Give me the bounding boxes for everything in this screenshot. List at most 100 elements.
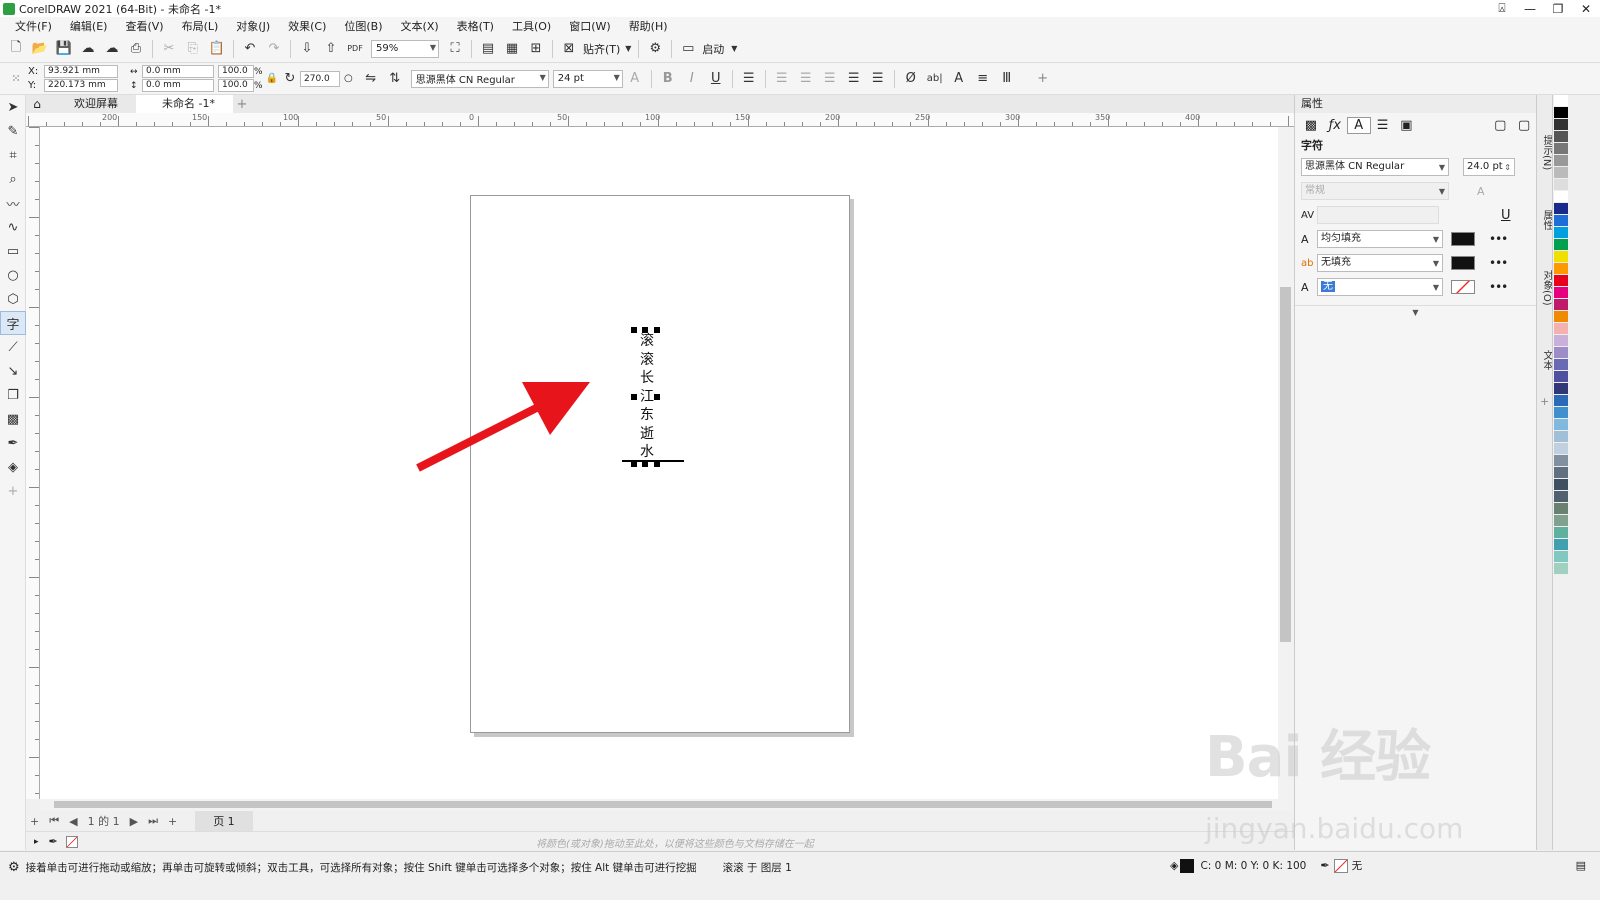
eyedropper-tool-icon[interactable]: ✒ xyxy=(0,431,26,455)
menu-text[interactable]: 文本(X) xyxy=(392,18,448,34)
color-swatch[interactable] xyxy=(1554,563,1568,575)
no-outline-swatch[interactable] xyxy=(1333,858,1348,873)
tab-page-1[interactable]: 页 1 xyxy=(195,811,253,831)
color-swatch[interactable] xyxy=(1554,263,1568,275)
color-swatch[interactable] xyxy=(1554,311,1568,323)
font-size-dropdown[interactable]: 24 pt ▼ xyxy=(552,69,623,88)
underline-icon[interactable]: U xyxy=(1501,208,1511,223)
x-position-input[interactable]: 93.921 mm xyxy=(44,65,118,78)
redo-icon[interactable]: ↷ xyxy=(262,38,286,60)
color-swatch[interactable] xyxy=(1554,431,1568,443)
zoom-tool-icon[interactable]: ⌕ xyxy=(0,167,26,191)
options-gear-icon[interactable]: ⚙ xyxy=(643,38,667,60)
connector-tool-icon[interactable]: ↘ xyxy=(0,359,26,383)
color-swatch[interactable] xyxy=(1554,419,1568,431)
more-options-icon[interactable]: ••• xyxy=(1489,256,1508,270)
horizontal-ruler[interactable]: 200 150 100 50 0 50 100 150 200 250 300 … xyxy=(26,113,1294,127)
font-style-dropdown[interactable]: 常规 ▼ xyxy=(1301,182,1449,200)
fill-color-swatch[interactable] xyxy=(1180,858,1195,873)
font-size-scale-icon[interactable]: A xyxy=(623,68,647,90)
cloud-download-icon[interactable]: ☁ xyxy=(76,38,100,60)
eyedropper-icon[interactable]: ✒ xyxy=(49,835,58,848)
rectangle-tool-icon[interactable]: ▭ xyxy=(0,239,26,263)
menu-bitmaps[interactable]: 位图(B) xyxy=(335,18,391,34)
fill-properties-icon[interactable]: ▩ xyxy=(1299,118,1323,133)
horizontal-text-icon[interactable]: ≡ xyxy=(971,68,995,90)
color-swatch[interactable] xyxy=(1554,143,1568,155)
palette-expand-icon[interactable]: ▸ xyxy=(34,837,39,847)
freehand-tool-icon[interactable]: 〰 xyxy=(0,191,26,215)
artistic-media-tool-icon[interactable]: ∿ xyxy=(0,215,26,239)
selection-handle[interactable] xyxy=(631,394,637,400)
outline-width-dropdown[interactable]: 无 ▼ xyxy=(1317,278,1443,296)
chevron-down-icon[interactable]: ▼ xyxy=(726,38,742,60)
frame-properties-icon[interactable]: ▣ xyxy=(1394,118,1418,133)
selection-handle[interactable] xyxy=(631,327,637,333)
object-origin-icon[interactable]: ⁙ xyxy=(4,68,28,90)
scrollbar-thumb[interactable] xyxy=(1280,287,1291,642)
undo-icon[interactable]: ↶ xyxy=(238,38,262,60)
snap-off-icon[interactable]: ⊠ xyxy=(557,38,581,60)
edit-text-icon[interactable]: ab| xyxy=(923,68,947,90)
underline-icon[interactable]: U xyxy=(704,68,728,90)
color-swatch[interactable] xyxy=(1554,155,1568,167)
crop-tool-icon[interactable]: ⌗ xyxy=(0,143,26,167)
chevron-down-icon[interactable]: ▼ xyxy=(622,38,634,60)
next-page-icon[interactable]: ▶ xyxy=(130,815,138,828)
show-guidelines-icon[interactable]: ⊞ xyxy=(524,38,548,60)
font-list-dropdown[interactable]: 思源黑体 CN Regular ▼ xyxy=(410,69,549,88)
import-icon[interactable]: ⇩ xyxy=(295,38,319,60)
color-swatch[interactable] xyxy=(1554,443,1568,455)
menu-object[interactable]: 对象(J) xyxy=(227,18,279,34)
color-swatch[interactable] xyxy=(1554,119,1568,131)
selection-handle[interactable] xyxy=(654,394,660,400)
no-color-swatch[interactable] xyxy=(65,835,78,848)
rotate-icon[interactable]: ↻ xyxy=(280,68,300,90)
frame-icon[interactable]: ▢ xyxy=(1512,118,1536,133)
lock-ratio-icon[interactable]: 🔒 xyxy=(264,68,280,90)
color-swatch[interactable] xyxy=(1554,335,1568,347)
color-swatch[interactable] xyxy=(1554,503,1568,515)
scrollbar-thumb[interactable] xyxy=(54,801,1272,808)
vertical-text-icon[interactable]: Ⅲ xyxy=(995,68,1019,90)
previous-page-icon[interactable]: ◀ xyxy=(69,815,77,828)
color-swatch[interactable] xyxy=(1554,395,1568,407)
expand-section-icon[interactable]: ▼ xyxy=(1295,305,1536,317)
full-screen-icon[interactable]: ⛶ xyxy=(443,38,467,60)
home-icon[interactable]: ⌂ xyxy=(26,97,48,111)
color-swatch[interactable] xyxy=(1554,383,1568,395)
add-tool-icon[interactable]: + xyxy=(0,479,26,503)
add-page-icon[interactable]: + xyxy=(30,815,39,828)
color-swatch[interactable] xyxy=(1554,359,1568,371)
color-swatch[interactable] xyxy=(1554,191,1568,203)
numbered-list-icon[interactable]: ☰ xyxy=(794,68,818,90)
docker-font-dropdown[interactable]: 思源黑体 CN Regular ▼ xyxy=(1301,158,1449,176)
background-fill-dropdown[interactable]: 无填充 ▼ xyxy=(1317,254,1443,272)
color-swatch[interactable] xyxy=(1554,203,1568,215)
restore-button[interactable]: ❐ xyxy=(1544,2,1572,16)
opentype-icon[interactable]: Ø xyxy=(899,68,923,90)
tab-welcome-screen[interactable]: 欢迎屏幕 xyxy=(48,95,136,113)
vertical-ruler[interactable] xyxy=(26,127,40,799)
color-swatch[interactable] xyxy=(1554,455,1568,467)
font-scale-icon[interactable]: A xyxy=(1477,185,1485,198)
menu-edit[interactable]: 编辑(E) xyxy=(61,18,117,34)
vertical-text-object[interactable]: 滚 滚 长 江 东 逝 水 xyxy=(640,332,654,462)
color-swatch[interactable] xyxy=(1554,407,1568,419)
color-swatch[interactable] xyxy=(1554,167,1568,179)
save-icon[interactable]: 💾 xyxy=(52,38,76,60)
color-swatch[interactable] xyxy=(1554,107,1568,119)
more-options-icon[interactable]: ••• xyxy=(1489,280,1508,294)
selection-handle[interactable] xyxy=(654,327,660,333)
tab-document[interactable]: 未命名 -1* xyxy=(136,95,233,113)
close-button[interactable]: ✕ xyxy=(1572,2,1600,16)
paste-icon[interactable]: 📋 xyxy=(205,38,229,60)
color-swatch[interactable] xyxy=(1554,131,1568,143)
launch-dropdown[interactable]: 启动 xyxy=(702,41,724,57)
menu-table[interactable]: 表格(T) xyxy=(448,18,503,34)
scale-width-input[interactable]: 100.0 xyxy=(218,65,254,78)
mirror-vertical-icon[interactable]: ⇅ xyxy=(383,68,407,90)
show-grid-icon[interactable]: ▦ xyxy=(500,38,524,60)
menu-tools[interactable]: 工具(O) xyxy=(503,18,560,34)
bullet-list-icon[interactable]: ☰ xyxy=(770,68,794,90)
